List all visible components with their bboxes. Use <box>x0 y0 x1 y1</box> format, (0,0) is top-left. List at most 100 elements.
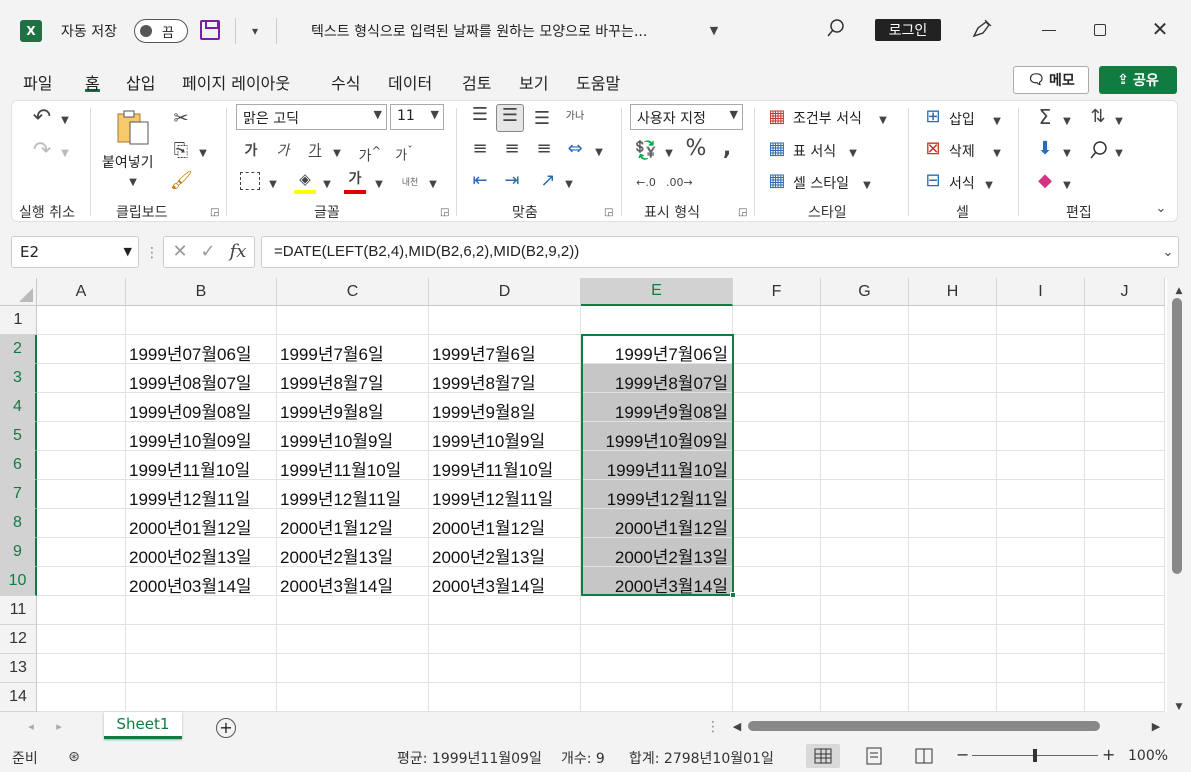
orientation-icon[interactable]: ↗ <box>536 170 560 192</box>
cell[interactable]: 2000년1월12일 <box>429 509 581 538</box>
cell[interactable] <box>821 596 909 625</box>
cell[interactable] <box>429 683 581 712</box>
cell[interactable] <box>1085 451 1165 480</box>
border-icon[interactable] <box>240 172 260 190</box>
expand-formula-icon[interactable]: ⌄ <box>1160 242 1176 264</box>
title-dropdown-icon[interactable]: ▼ <box>706 20 722 42</box>
row-header[interactable]: 4 <box>0 393 37 422</box>
table-format-button[interactable]: 표 서식 <box>793 141 836 161</box>
wrap-text-icon[interactable]: 가나 <box>562 106 588 128</box>
cell[interactable] <box>581 306 733 335</box>
document-title[interactable]: 텍스트 형식으로 입력된 날짜를 원하는 모양으로 바꾸는... <box>311 21 647 41</box>
cell[interactable] <box>909 335 997 364</box>
cell[interactable] <box>581 625 733 654</box>
row-header[interactable]: 11 <box>0 596 37 625</box>
cell[interactable]: 2000년1월12일 <box>277 509 429 538</box>
italic-button[interactable]: 가 <box>272 140 294 162</box>
cell[interactable] <box>997 625 1085 654</box>
autosum-icon[interactable]: Σ <box>1034 106 1056 128</box>
cell[interactable] <box>429 306 581 335</box>
cell[interactable]: 1999년10월09일 <box>581 422 733 451</box>
cell[interactable]: 2000년2월13일 <box>581 538 733 567</box>
font-color-dropdown-icon[interactable]: ▼ <box>372 174 386 196</box>
cell[interactable] <box>821 683 909 712</box>
cell[interactable] <box>1085 393 1165 422</box>
row-header[interactable]: 6 <box>0 451 37 480</box>
cell[interactable]: 1999년7월06일 <box>581 335 733 364</box>
fill-down-icon[interactable]: ⬇ <box>1034 138 1056 160</box>
cell[interactable] <box>733 509 821 538</box>
copy-dropdown-icon[interactable]: ▼ <box>196 143 210 165</box>
format-dropdown-icon[interactable]: ▼ <box>982 175 996 197</box>
cell[interactable] <box>909 654 997 683</box>
cell[interactable] <box>821 509 909 538</box>
paste-label[interactable]: 붙여넣기 <box>102 152 154 172</box>
cell[interactable]: 2000년2월13일 <box>277 538 429 567</box>
insert-function-icon[interactable]: fx <box>226 241 250 263</box>
cell[interactable] <box>997 306 1085 335</box>
cell[interactable] <box>997 393 1085 422</box>
row-header[interactable]: 2 <box>0 335 37 364</box>
align-right-icon[interactable]: ≡ <box>532 138 556 160</box>
login-button[interactable]: 로그인 <box>875 19 941 41</box>
format-cells-button[interactable]: 서식 <box>949 173 975 193</box>
cell[interactable]: 1999년11월10일 <box>126 451 277 480</box>
cell[interactable] <box>581 654 733 683</box>
format-painter-icon[interactable]: 🖌 <box>170 170 193 192</box>
cell-style-dropdown-icon[interactable]: ▼ <box>860 175 874 197</box>
decrease-indent-icon[interactable]: ⇤ <box>468 170 492 192</box>
cell[interactable] <box>277 683 429 712</box>
cell[interactable]: 1999년11월10일 <box>277 451 429 480</box>
row-header[interactable]: 12 <box>0 625 37 654</box>
cell[interactable]: 2000년3월14일 <box>277 567 429 596</box>
percent-icon[interactable]: % <box>684 138 708 160</box>
cell[interactable]: 2000년01월12일 <box>126 509 277 538</box>
paste-icon[interactable] <box>114 108 152 148</box>
undo-icon[interactable]: ↶ <box>30 107 54 129</box>
cell[interactable] <box>733 596 821 625</box>
number-format-select[interactable]: 사용자 지정 ▼ <box>630 104 743 130</box>
cell[interactable] <box>1085 422 1165 451</box>
font-color-icon[interactable]: 가 <box>344 168 366 194</box>
alignment-launcher-icon[interactable]: ◲ <box>604 207 613 218</box>
tab-insert[interactable]: 삽입 <box>126 70 155 93</box>
cell[interactable]: 1999년10월9일 <box>277 422 429 451</box>
phonetic-icon[interactable]: 내천 <box>398 172 422 194</box>
vertical-scroll-thumb[interactable] <box>1172 298 1182 574</box>
column-header[interactable]: F <box>733 278 821 306</box>
cell[interactable] <box>429 596 581 625</box>
fill-color-icon[interactable]: ◈ <box>294 168 316 194</box>
cell[interactable] <box>1085 596 1165 625</box>
column-header[interactable]: G <box>821 278 909 306</box>
normal-view-button[interactable] <box>806 744 840 768</box>
cell[interactable] <box>733 422 821 451</box>
cell[interactable] <box>909 393 997 422</box>
cancel-icon[interactable]: ✕ <box>170 241 190 263</box>
add-sheet-icon[interactable]: + <box>216 718 236 738</box>
tab-data[interactable]: 데이터 <box>388 70 432 93</box>
horizontal-scroll-thumb[interactable] <box>748 721 1100 731</box>
tab-splitter-icon[interactable]: ⋮ <box>706 716 720 738</box>
cell[interactable] <box>733 364 821 393</box>
cell[interactable]: 1999년11월10일 <box>429 451 581 480</box>
page-layout-view-icon[interactable] <box>862 744 886 768</box>
cell[interactable]: 2000년3월14일 <box>429 567 581 596</box>
prev-sheet-icon[interactable]: ◂ <box>24 716 38 738</box>
cell[interactable] <box>997 683 1085 712</box>
row-header[interactable]: 7 <box>0 480 37 509</box>
phonetic-dropdown-icon[interactable]: ▼ <box>426 174 440 196</box>
clear-dropdown-icon[interactable]: ▼ <box>1060 175 1074 197</box>
cell[interactable]: 1999년07월06일 <box>126 335 277 364</box>
cell[interactable] <box>821 422 909 451</box>
tab-file[interactable]: 파일 <box>23 70 52 93</box>
underline-button[interactable]: 가 <box>304 140 326 162</box>
merge-dropdown-icon[interactable]: ▼ <box>592 142 606 164</box>
cell[interactable] <box>37 451 126 480</box>
column-header[interactable]: D <box>429 278 581 306</box>
cell[interactable]: 2000년03월14일 <box>126 567 277 596</box>
cell[interactable] <box>581 596 733 625</box>
number-launcher-icon[interactable]: ◲ <box>738 207 747 218</box>
cell[interactable] <box>821 654 909 683</box>
cell[interactable] <box>277 625 429 654</box>
delete-cells-button[interactable]: 삭제 <box>949 141 975 161</box>
